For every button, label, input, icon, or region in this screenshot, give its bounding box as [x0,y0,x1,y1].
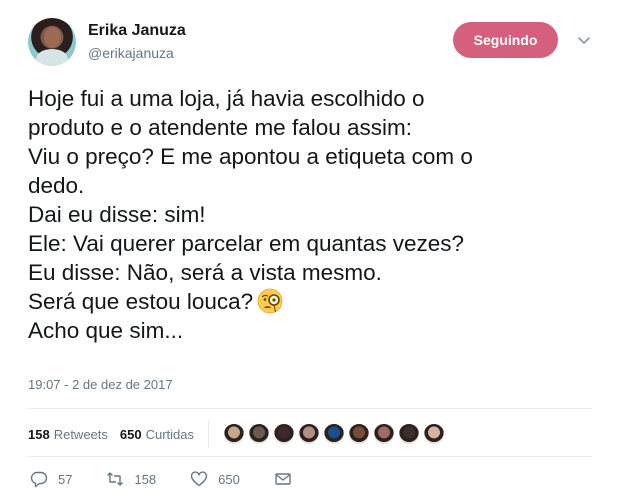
liker-avatar[interactable] [298,423,321,445]
tweet-line: produto e o atendente me falou assim: [28,115,412,140]
tweet-timestamp[interactable]: 19:07 - 2 de dez de 2017 [28,377,173,392]
divider [28,456,592,457]
likes-count[interactable]: 650 [120,427,142,442]
liker-avatar[interactable] [323,423,346,445]
tweet-line-with-emoji: Será que estou louca? [28,287,588,316]
tweet-line: Eu disse: Não, será a vista mesmo. [28,260,382,285]
retweet-icon [107,472,124,486]
stats-divider [208,420,210,448]
retweets-count[interactable]: 158 [28,427,50,442]
tweet-actions: 57 158 650 [30,470,336,488]
reply-count: 57 [58,471,73,487]
liker-avatar[interactable] [248,423,271,445]
tweet-line: Ele: Vai querer parcelar em quantas veze… [28,231,465,256]
user-name[interactable]: Erika Januza [88,22,186,40]
liker-avatar[interactable] [273,423,296,445]
tweet-stats: 158 Retweets 650 Curtidas [28,420,448,448]
liker-avatar[interactable] [423,423,446,445]
retweets-label[interactable]: Retweets [54,427,108,442]
reply-icon [30,471,48,488]
tweet-text: Hoje fui a uma loja, já havia escolhido … [28,84,588,345]
liker-avatar[interactable] [373,423,396,445]
direct-message-button[interactable] [274,470,302,488]
like-count: 650 [218,471,240,487]
following-button[interactable]: Seguindo [453,22,558,58]
avatar[interactable] [28,18,76,66]
likes-label[interactable]: Curtidas [146,427,194,442]
retweet-count: 158 [134,471,157,487]
chevron-down-icon[interactable] [575,31,593,49]
liker-avatar[interactable] [398,423,421,445]
retweet-button[interactable]: 158 [106,470,156,488]
tweet-header: Erika Januza @erikajanuza Seguindo [24,18,604,70]
liker-avatar[interactable] [348,423,371,445]
liker-avatars [223,423,448,445]
like-button[interactable]: 650 [190,470,240,488]
avatar-face [44,27,61,48]
face-with-monocle-icon [257,288,283,314]
avatar-shoulders [36,49,68,66]
tweet-line: Viu o preço? E me apontou a etiqueta com… [28,144,473,169]
tweet-line: Hoje fui a uma loja, já havia escolhido … [28,86,425,111]
heart-icon [190,471,208,487]
reply-button[interactable]: 57 [30,470,72,488]
divider [28,408,592,409]
liker-avatar[interactable] [223,423,246,445]
tweet-line: Será que estou louca? [28,289,254,314]
tweet-line: Dai eu disse: sim! [28,202,206,227]
user-handle[interactable]: @erikajanuza [88,45,174,61]
tweet-line: dedo. [28,173,85,198]
tweet-line: Acho que sim... [28,318,184,343]
envelope-icon [275,473,291,485]
